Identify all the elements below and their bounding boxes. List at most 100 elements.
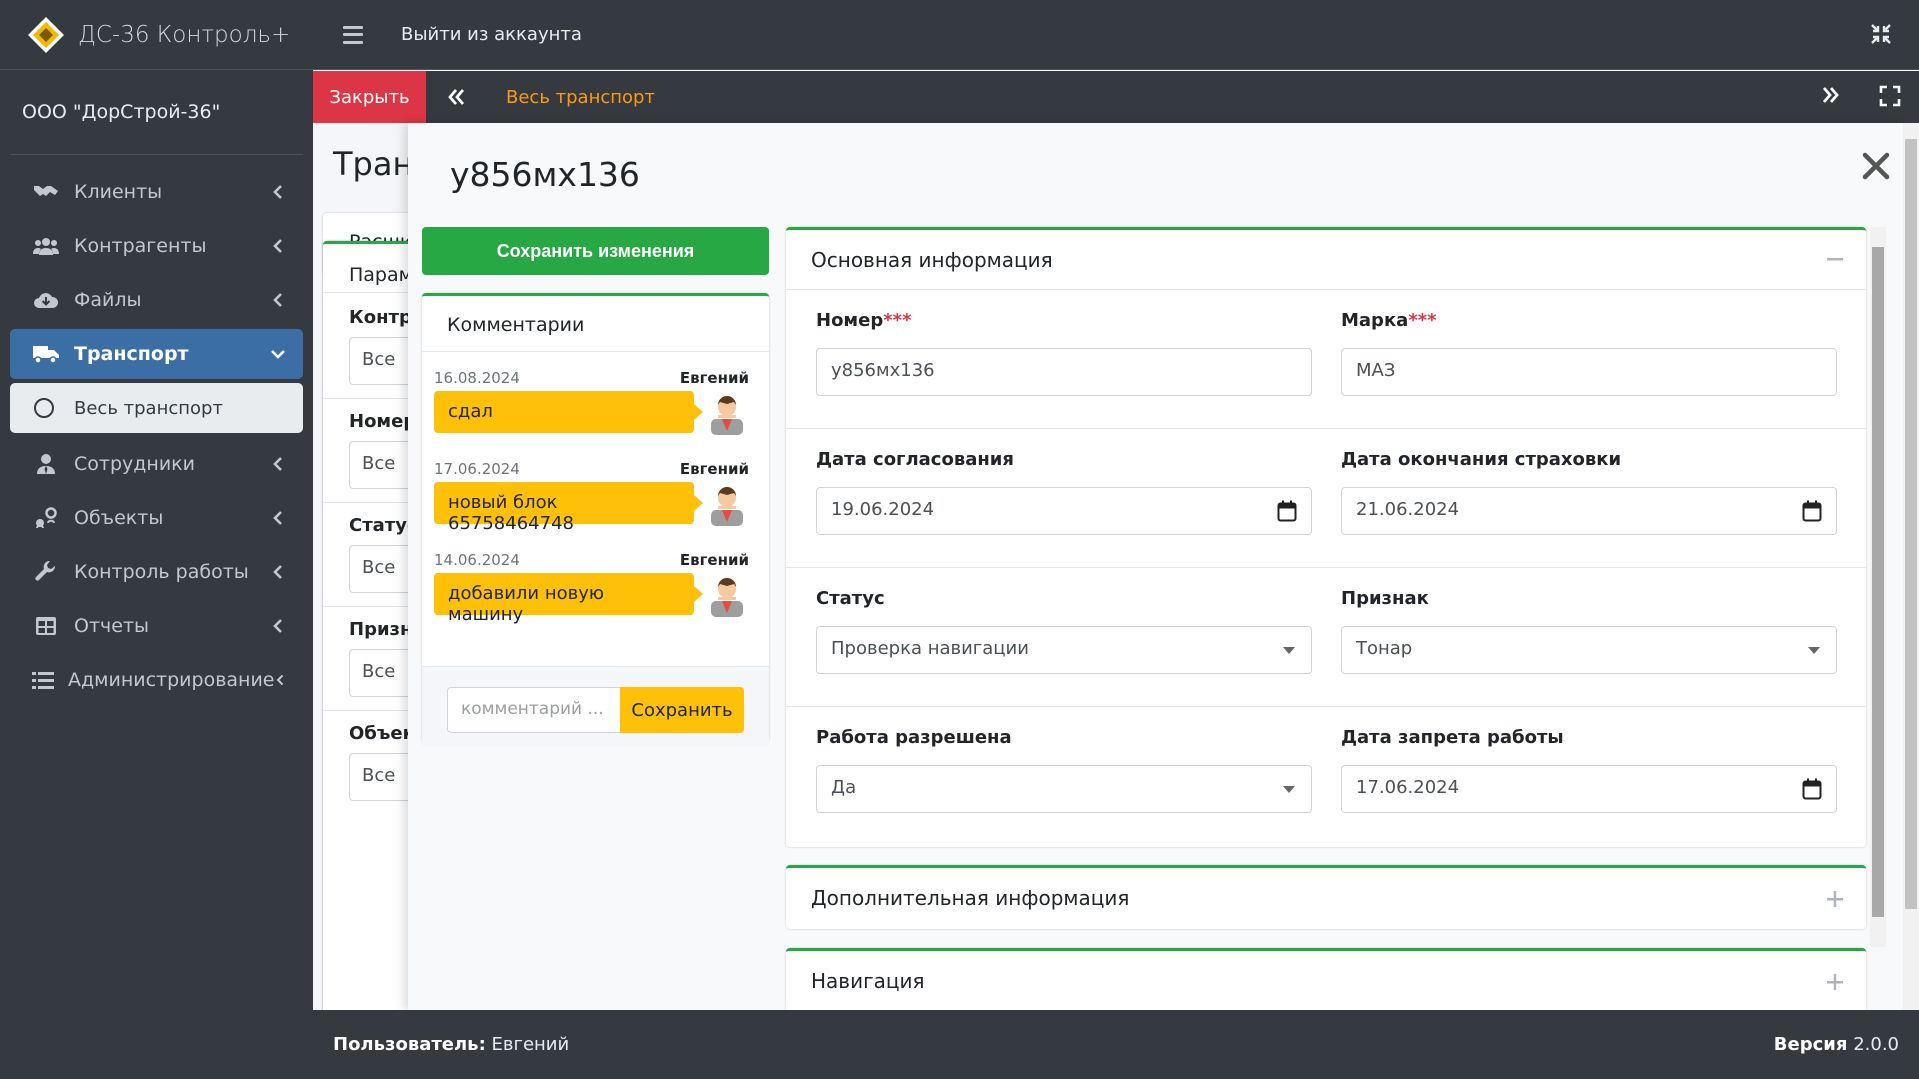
- sidebar-item-label: Клиенты: [74, 181, 163, 203]
- company-name: ООО "ДорСтрой-36": [10, 70, 303, 155]
- calendar-icon[interactable]: [1802, 500, 1822, 522]
- brand-label: Марка***: [1341, 310, 1437, 331]
- sidebar-item-administration[interactable]: Администрирование: [10, 655, 303, 705]
- page-scrollbar-thumb[interactable]: [1905, 139, 1917, 909]
- sidebar-item-label: Объекты: [74, 507, 164, 529]
- comment-text: сдал: [434, 391, 703, 433]
- sidebar-item-label: Контрагенты: [74, 235, 207, 257]
- comments-header: Комментарии: [422, 296, 769, 352]
- double-chevron-left-icon[interactable]: [446, 87, 466, 107]
- transport-edit-panel: у856мх136 Сохранить изменения Комментари…: [408, 123, 1905, 1010]
- double-chevron-right-icon[interactable]: [1821, 85, 1841, 105]
- sidebar-item-label: Администрирование: [68, 669, 275, 691]
- sidebar-subitem-all-transport[interactable]: Весь транспорт: [10, 383, 303, 433]
- tab-all-transport[interactable]: Весь транспорт: [506, 87, 655, 108]
- truck-icon: [32, 344, 60, 364]
- sidebar-item-label: Контроль работы: [74, 561, 249, 583]
- sidebar-nav: Клиенты Контрагенты Файлы Транспорт Весь…: [0, 155, 313, 705]
- user-avatar-icon: [711, 578, 743, 617]
- comment-text: добавили новую машину: [434, 573, 703, 625]
- brand[interactable]: ДС-36 Контроль+: [0, 0, 313, 70]
- number-input[interactable]: у856мх136: [816, 348, 1312, 396]
- extra-info-card[interactable]: Дополнительная информация: [786, 865, 1866, 929]
- chevron-down-icon: [271, 350, 285, 359]
- sidebar-item-label: Файлы: [74, 289, 142, 311]
- page-title: Тран: [333, 145, 414, 183]
- sidebar-item-contractors[interactable]: Контрагенты: [10, 221, 303, 271]
- comment-item: 16.08.2024 Евгений сдал: [434, 369, 759, 449]
- comment-date: 17.06.2024: [434, 460, 520, 478]
- user-avatar-icon: [711, 487, 743, 526]
- brand-input[interactable]: МАЗ: [1341, 348, 1837, 396]
- save-changes-button[interactable]: Сохранить изменения: [422, 227, 769, 275]
- sidebar-item-label: Транспорт: [74, 343, 189, 365]
- panel-scrollbar-thumb[interactable]: [1872, 247, 1884, 917]
- chevron-left-icon: [273, 457, 282, 471]
- sidebar-item-files[interactable]: Файлы: [10, 275, 303, 325]
- comment-input[interactable]: комментарий ...: [447, 687, 620, 733]
- top-navbar: Выйти из аккаунта: [313, 0, 1919, 70]
- chevron-left-icon: [273, 239, 282, 253]
- approval-date-input[interactable]: 19.06.2024: [816, 487, 1312, 535]
- comment-item: 17.06.2024 Евгений новый блок 6575846474…: [434, 460, 759, 540]
- user-avatar-icon: [711, 396, 743, 435]
- comment-text: новый блок 65758464748: [434, 482, 703, 534]
- status-select[interactable]: Проверка навигации: [816, 626, 1312, 674]
- page-scrollbar[interactable]: [1903, 123, 1919, 1010]
- fullscreen-icon[interactable]: [1879, 85, 1901, 107]
- sidebar-item-transport[interactable]: Транспорт: [10, 329, 303, 379]
- comment-author: Евгений: [679, 551, 749, 569]
- main-info-header[interactable]: Основная информация: [786, 230, 1866, 290]
- comment-author: Евгений: [679, 460, 749, 478]
- footer: Пользователь: Евгений Версия 2.0.0: [313, 1010, 1919, 1079]
- sidebar-item-label: Отчеты: [74, 615, 150, 637]
- brand-title: ДС-36 Контроль+: [78, 21, 291, 48]
- comment-save-button[interactable]: Сохранить: [620, 687, 744, 733]
- close-icon[interactable]: [1861, 151, 1891, 181]
- work-ban-date-label: Дата запрета работы: [1341, 727, 1564, 748]
- tabs-bar: Закрыть Весь транспорт: [313, 71, 1919, 123]
- navigation-card[interactable]: Навигация: [786, 948, 1866, 1010]
- plus-icon[interactable]: [1826, 973, 1844, 991]
- user-tie-icon: [32, 453, 60, 475]
- compress-icon[interactable]: [1869, 22, 1893, 46]
- hamburger-menu-icon[interactable]: [343, 25, 363, 44]
- footer-user: Пользователь: Евгений: [333, 1034, 570, 1055]
- chevron-left-icon: [273, 185, 282, 199]
- chevron-left-icon: [273, 511, 282, 525]
- comment-form: комментарий ... Сохранить: [422, 666, 769, 746]
- approval-date-label: Дата согласования: [816, 449, 1014, 470]
- brand-logo-icon: [28, 16, 64, 53]
- sidebar-subitem-label: Весь транспорт: [74, 397, 223, 419]
- calendar-icon[interactable]: [1802, 778, 1822, 800]
- work-allowed-select[interactable]: Да: [816, 765, 1312, 813]
- calendar-icon[interactable]: [1277, 500, 1297, 522]
- comment-author: Евгений: [679, 369, 749, 387]
- work-allowed-label: Работа разрешена: [816, 727, 1012, 748]
- sidebar-item-label: Сотрудники: [74, 453, 195, 475]
- caret-down-icon: [1283, 786, 1295, 793]
- sidebar-item-employees[interactable]: Сотрудники: [10, 439, 303, 489]
- sidebar-item-work-control[interactable]: Контроль работы: [10, 547, 303, 597]
- comment-date: 16.08.2024: [434, 369, 520, 387]
- circle-icon: [34, 398, 54, 418]
- close-tab-button[interactable]: Закрыть: [313, 71, 426, 123]
- sidebar-item-clients[interactable]: Клиенты: [10, 167, 303, 217]
- panel-scrollbar[interactable]: [1870, 227, 1886, 947]
- chevron-left-icon: [273, 293, 282, 307]
- work-ban-date-input[interactable]: 17.06.2024: [1341, 765, 1837, 813]
- navigation-title: Навигация: [811, 969, 925, 993]
- background-params-header: Парам: [349, 264, 413, 286]
- sign-select[interactable]: Тонар: [1341, 626, 1837, 674]
- logout-link[interactable]: Выйти из аккаунта: [401, 24, 582, 45]
- sign-label: Признак: [1341, 588, 1429, 609]
- comment-date: 14.06.2024: [434, 551, 520, 569]
- handshake-icon: [32, 182, 60, 202]
- insurance-date-input[interactable]: 21.06.2024: [1341, 487, 1837, 535]
- plus-icon[interactable]: [1826, 890, 1844, 908]
- field-row: Статус Проверка навигации Признак Тонар: [786, 568, 1866, 707]
- minus-icon[interactable]: [1826, 250, 1844, 268]
- sidebar-item-objects[interactable]: Объекты: [10, 493, 303, 543]
- sidebar-item-reports[interactable]: Отчеты: [10, 601, 303, 651]
- wrench-icon: [32, 561, 60, 583]
